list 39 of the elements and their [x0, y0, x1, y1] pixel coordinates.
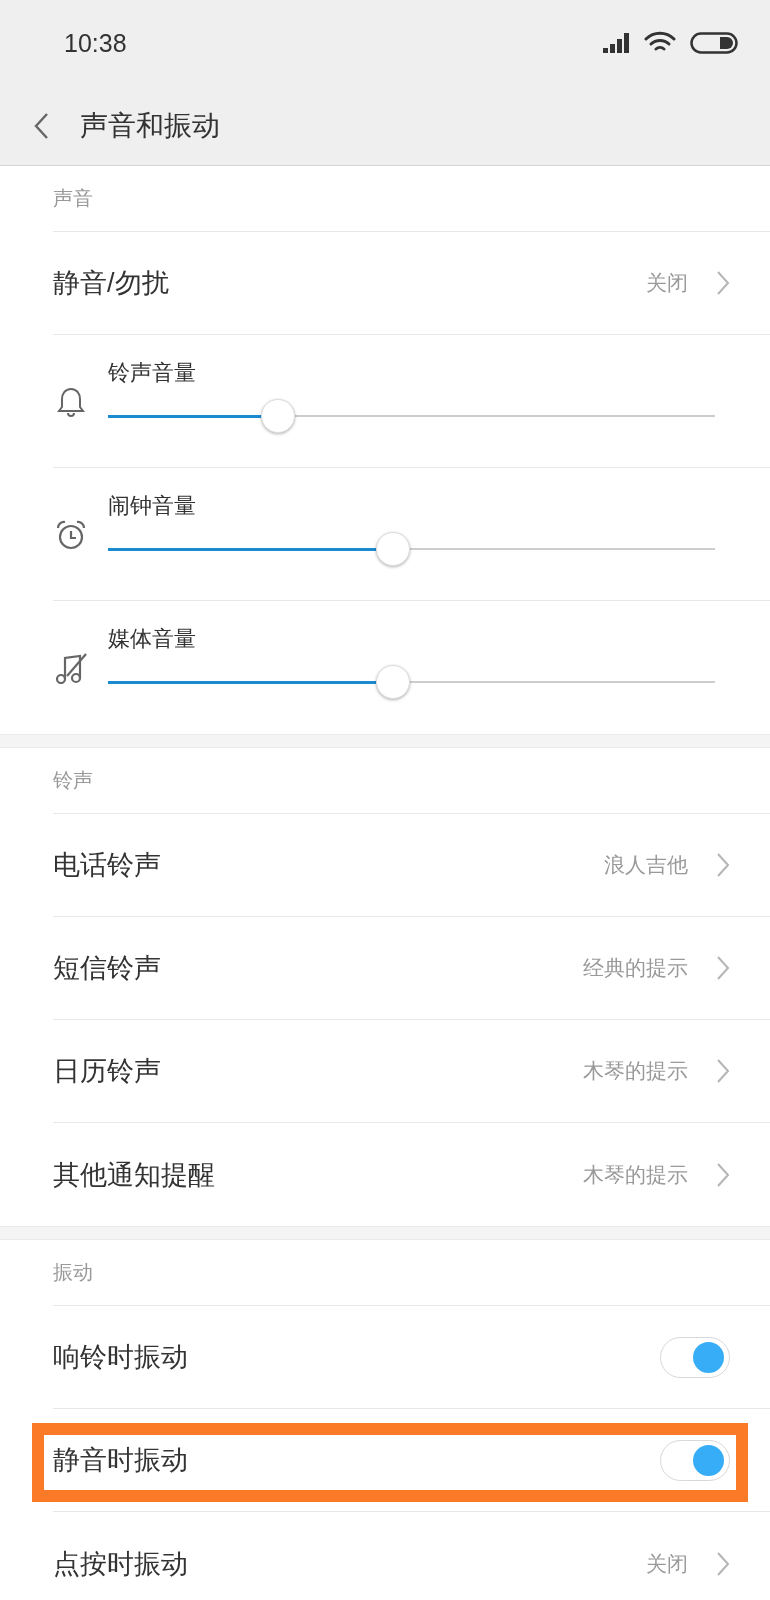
setting-label[interactable]: 短信铃声 — [53, 950, 161, 986]
toggle-switch[interactable] — [660, 1336, 730, 1378]
page-title: 声音和振动 — [80, 108, 220, 143]
setting-label[interactable]: 其他通知提醒 — [53, 1156, 215, 1193]
chevron-right-icon — [716, 1161, 730, 1188]
volume-label: 闹钟音量 — [108, 492, 196, 520]
slider-thumb[interactable] — [376, 665, 411, 699]
toggle-switch[interactable] — [660, 1439, 730, 1481]
setting-label[interactable]: 电话铃声 — [53, 847, 161, 883]
alarm-clock-icon — [55, 519, 87, 551]
chevron-right-icon — [716, 955, 730, 981]
chevron-right-icon — [716, 270, 730, 296]
battery-icon — [690, 32, 738, 54]
music-note-icon — [55, 652, 87, 684]
setting-value: 经典的提示 — [583, 955, 688, 981]
slider-thumb[interactable] — [260, 399, 295, 433]
setting-value: 木琴的提示 — [583, 1058, 688, 1084]
setting-label: 响铃时振动 — [53, 1341, 188, 1374]
status-time: 10:38 — [64, 28, 127, 58]
setting-value: 木琴的提示 — [583, 1161, 688, 1188]
setting-label: 静音时振动 — [53, 1444, 188, 1477]
setting-value: 浪人吉他 — [604, 852, 688, 878]
section-title: 铃声 — [53, 768, 93, 793]
chevron-right-icon — [716, 1058, 730, 1084]
volume-label: 媒体音量 — [108, 625, 196, 653]
setting-value: 关闭 — [646, 270, 688, 296]
setting-label[interactable]: 日历铃声 — [53, 1053, 161, 1089]
chevron-right-icon — [716, 852, 730, 878]
section-title: 声音 — [53, 186, 93, 211]
signal-icon — [603, 33, 630, 53]
setting-value: 关闭 — [646, 1550, 688, 1577]
setting-label[interactable]: 静音/勿扰 — [53, 265, 169, 301]
back-icon[interactable] — [33, 111, 49, 140]
bell-icon — [55, 386, 87, 418]
chevron-right-icon — [716, 1550, 730, 1577]
slider-thumb[interactable] — [376, 532, 411, 566]
volume-label: 铃声音量 — [108, 359, 196, 387]
section-title: 振动 — [53, 1260, 93, 1285]
setting-label[interactable]: 点按时振动 — [53, 1545, 188, 1582]
